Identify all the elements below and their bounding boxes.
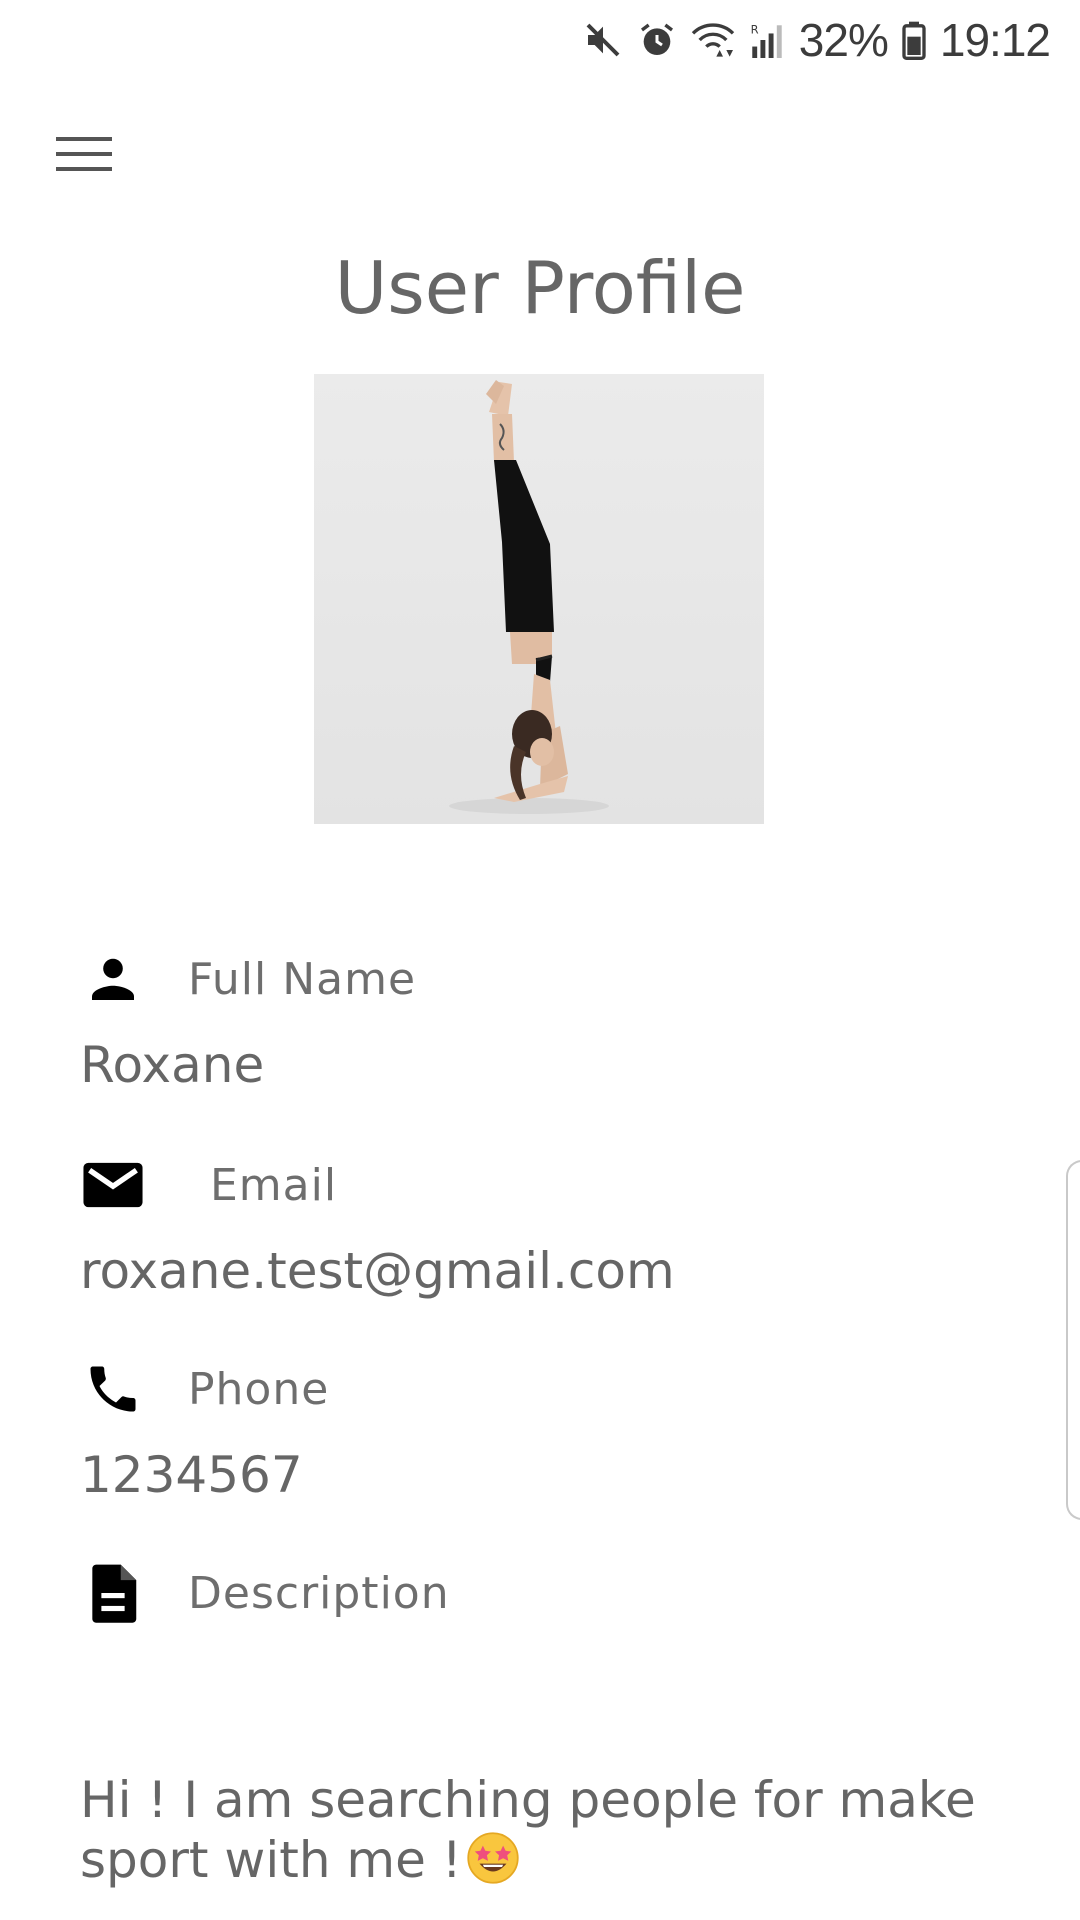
description-value: Hi ! I am searching people for make spor… bbox=[80, 1770, 1020, 1898]
email-header: Email bbox=[80, 1152, 337, 1218]
mute-icon bbox=[583, 20, 623, 60]
status-bar: R 32% 19:12 bbox=[583, 0, 1051, 80]
user-profile-screen: R 32% 19:12 User Profile Full Name Roxan… bbox=[0, 0, 1080, 1920]
person-icon bbox=[80, 946, 146, 1012]
full-name-label: Full Name bbox=[188, 953, 417, 1005]
description-text: Hi ! I am searching people for make spor… bbox=[80, 1771, 976, 1889]
hamburger-menu-button[interactable] bbox=[40, 118, 128, 194]
phone-label: Phone bbox=[188, 1363, 330, 1415]
phone-header: Phone bbox=[80, 1356, 329, 1422]
phone-value: 1234567 bbox=[80, 1446, 303, 1504]
mail-icon bbox=[80, 1152, 146, 1218]
alarm-icon bbox=[637, 20, 677, 60]
hamburger-menu-icon bbox=[56, 134, 112, 178]
clock-time: 19:12 bbox=[939, 14, 1051, 66]
page-title: User Profile bbox=[334, 246, 746, 330]
svg-text:R: R bbox=[750, 22, 758, 36]
full-name-value: Roxane bbox=[80, 1036, 265, 1094]
profile-photo[interactable] bbox=[314, 374, 764, 824]
wifi-icon bbox=[691, 20, 735, 60]
description-header: Description bbox=[80, 1560, 450, 1626]
battery-percent: 32% bbox=[798, 14, 889, 66]
document-icon bbox=[80, 1560, 146, 1626]
full-name-header: Full Name bbox=[80, 946, 416, 1012]
email-label: Email bbox=[210, 1159, 338, 1211]
battery-icon bbox=[902, 20, 926, 60]
signal-icon: R bbox=[749, 20, 785, 60]
phone-icon bbox=[80, 1356, 146, 1422]
email-value: roxane.test@gmail.com bbox=[80, 1242, 675, 1300]
edge-panel-handle[interactable] bbox=[1066, 1160, 1080, 1520]
star-struck-emoji bbox=[466, 1831, 520, 1898]
description-label: Description bbox=[188, 1567, 450, 1619]
